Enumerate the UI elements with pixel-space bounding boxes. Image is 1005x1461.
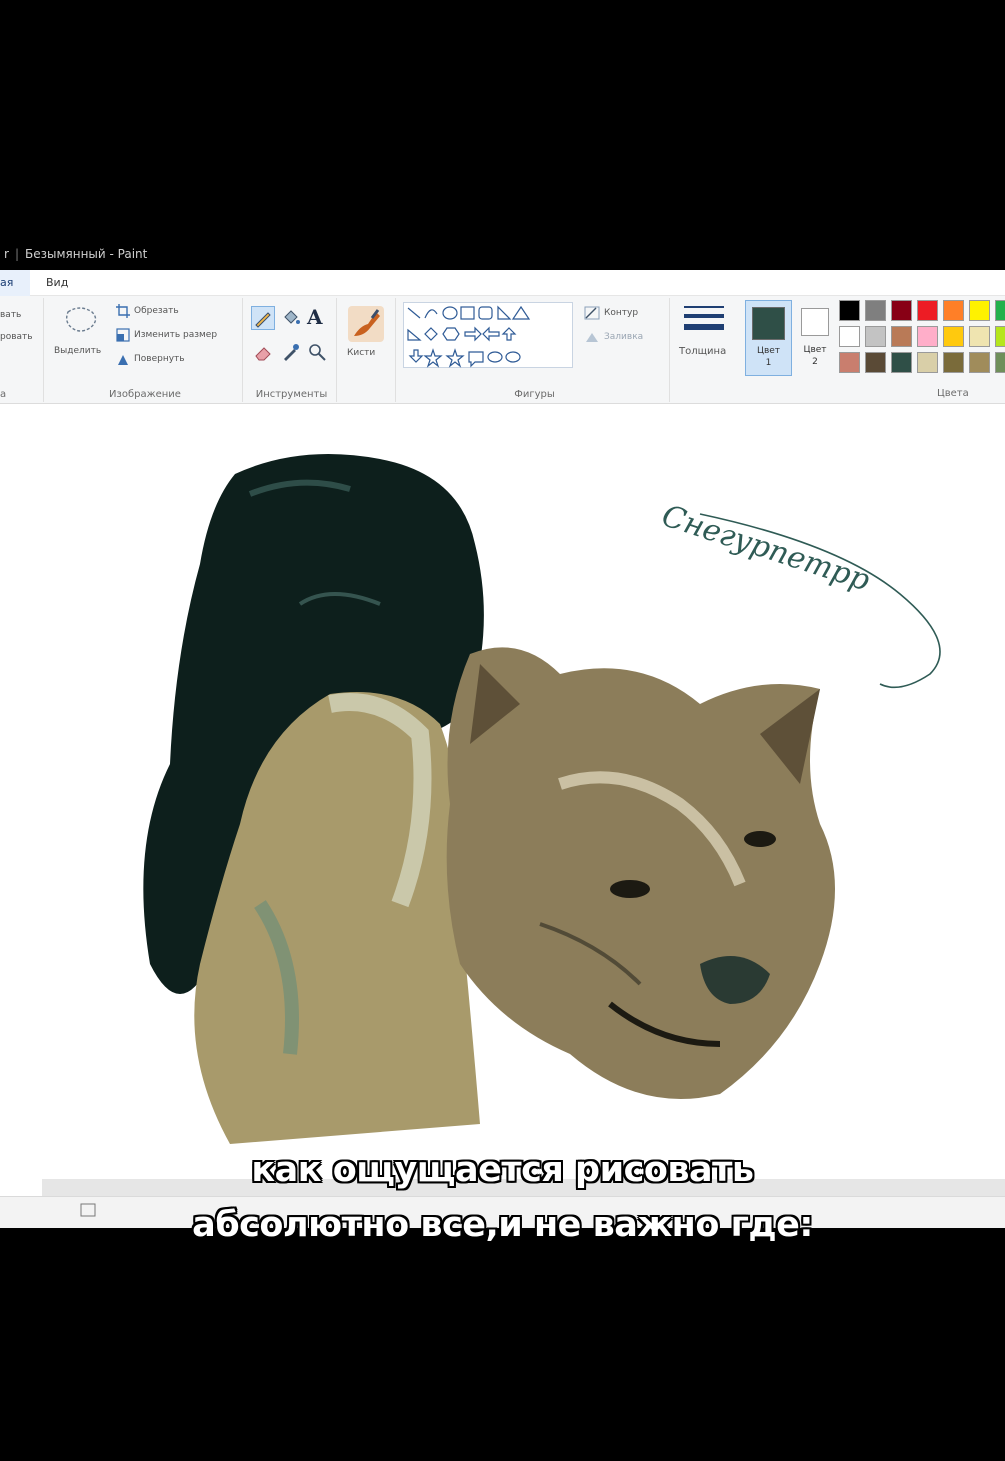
lasso-select-icon[interactable] (60, 304, 102, 338)
crop-icon[interactable] (116, 304, 130, 318)
resize-icon[interactable] (116, 328, 130, 342)
title-separator: | (14, 247, 19, 261)
tab-view[interactable]: Вид (38, 270, 76, 296)
color2-swatch (801, 308, 829, 336)
color2-label: Цвет (803, 345, 827, 355)
palette-swatch[interactable] (943, 326, 964, 347)
drawing-canvas[interactable]: Снегурпетрр (0, 404, 1005, 1179)
tab-file[interactable]: ая (0, 270, 30, 296)
line-thickness-icon[interactable] (684, 304, 724, 338)
palette-swatch[interactable] (995, 300, 1005, 321)
palette-swatch[interactable] (839, 326, 860, 347)
fill-shape-icon[interactable] (584, 330, 600, 344)
eraser-icon[interactable] (253, 342, 273, 362)
color1-number: 1 (765, 358, 772, 368)
crop-button[interactable]: Обрезать (134, 306, 179, 316)
size-button[interactable]: Толщина (679, 346, 726, 357)
color1-label: Цвет (756, 346, 781, 356)
text-icon[interactable]: A (307, 305, 323, 329)
palette-swatch[interactable] (891, 300, 912, 321)
clipboard-item-1[interactable]: вать (0, 310, 21, 320)
color2-number: 2 (812, 357, 818, 367)
palette-swatch[interactable] (839, 352, 860, 373)
color1-button[interactable]: Цвет 1 (745, 300, 792, 376)
wolf-eye-right (744, 831, 776, 847)
signature-text: Снегурпетрр (658, 498, 874, 598)
image-group: Выделить Обрезать Изменить размер Поверн… (48, 298, 243, 402)
palette-swatch[interactable] (891, 352, 912, 373)
palette-swatch[interactable] (969, 326, 990, 347)
colors-group-label: Цвета (937, 388, 969, 399)
pencil-tool-highlight[interactable] (251, 306, 275, 330)
shapes-group-label: Фигуры (514, 389, 555, 400)
shapes-group: Контур Заливка Фигуры (400, 298, 670, 402)
clipboard-group-label: а (0, 389, 7, 400)
ribbon-tabs: ая Вид (0, 270, 1005, 296)
tools-group-label: Инструменты (255, 389, 328, 400)
artwork: Снегурпетрр (143, 454, 941, 1144)
palette-swatch[interactable] (865, 352, 886, 373)
paint-window: r | Безымянный - Paint ая Вид вать роват… (0, 238, 1005, 1228)
palette-swatch[interactable] (969, 352, 990, 373)
ribbon: вать ровать а Выделить Обрезать Изменить… (0, 296, 1005, 404)
palette-swatch[interactable] (865, 300, 886, 321)
outline-icon[interactable] (584, 306, 600, 320)
outline-button[interactable]: Контур (604, 308, 638, 318)
palette-swatch[interactable] (995, 352, 1005, 373)
palette-swatch[interactable] (969, 300, 990, 321)
shapes-gallery[interactable] (403, 302, 573, 368)
color2-button[interactable]: Цвет 2 (797, 300, 833, 376)
clipboard-item-2[interactable]: ровать (0, 332, 33, 342)
palette-swatch[interactable] (995, 326, 1005, 347)
palette-swatch[interactable] (891, 326, 912, 347)
palette-swatch[interactable] (917, 352, 938, 373)
caption-line-1: как ощущается рисовать (251, 1150, 754, 1190)
palette-swatch[interactable] (865, 326, 886, 347)
palette-swatch[interactable] (917, 326, 938, 347)
resize-button[interactable]: Изменить размер (134, 330, 217, 340)
brushes-group: Кисти (341, 298, 396, 402)
magnifier-icon[interactable] (307, 342, 327, 362)
wolf-eye-left (610, 880, 650, 898)
fill-button[interactable]: Заливка (604, 332, 643, 342)
title-prefix: r (4, 247, 9, 261)
color-picker-icon[interactable] (281, 342, 301, 362)
pencil-icon (255, 312, 271, 328)
rotate-button[interactable]: Повернуть (134, 354, 185, 364)
window-title: Безымянный - Paint (24, 247, 148, 261)
image-group-label: Изображение (109, 389, 181, 400)
brush-icon[interactable] (346, 304, 386, 344)
brushes-button[interactable]: Кисти (347, 348, 375, 358)
palette-swatch[interactable] (943, 352, 964, 373)
select-button[interactable]: Выделить (54, 346, 101, 356)
fill-bucket-icon[interactable] (281, 308, 301, 328)
rotate-icon[interactable] (116, 352, 130, 366)
caption-line-2: абсолютно все,и не важно где: (192, 1205, 813, 1245)
tools-group: A Инструменты (247, 298, 337, 402)
color1-swatch (752, 307, 785, 340)
clipboard-group: вать ровать а (0, 298, 44, 402)
title-bar: r | Безымянный - Paint (0, 238, 1005, 270)
palette-swatch[interactable] (839, 300, 860, 321)
palette-swatch[interactable] (917, 300, 938, 321)
palette-swatch[interactable] (943, 300, 964, 321)
